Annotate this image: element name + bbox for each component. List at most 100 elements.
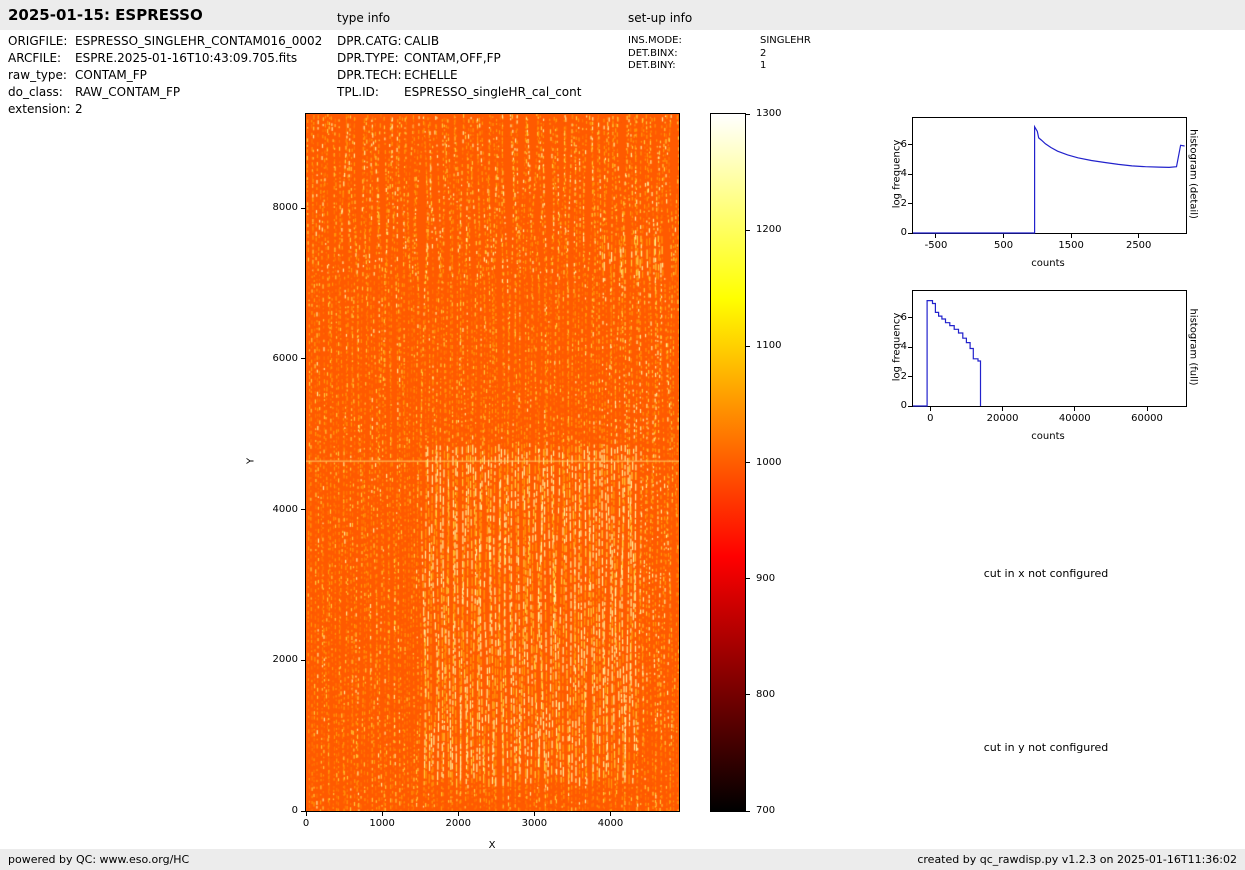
meta-label: DET.BINY: (628, 60, 676, 71)
tick-mark (301, 659, 305, 661)
meta-row: DET.BINX: 2 (628, 48, 811, 61)
histogram-detail-side-label: histogram (detail) (1187, 129, 1199, 219)
meta-label: INS.MODE: (628, 35, 682, 46)
tick-mark (908, 144, 912, 146)
tick-mark (381, 812, 383, 816)
tick-mark (1002, 407, 1004, 411)
meta-value: ESPRESSO_SINGLEHR_CONTAM016_0002 (75, 34, 323, 48)
meta-value: CONTAM,OFF,FP (404, 51, 501, 65)
tick-mark (908, 173, 912, 175)
qc-report-page: 2025-01-15: ESPRESSO type info set-up in… (0, 0, 1245, 870)
meta-value: 2 (75, 102, 83, 116)
meta-row: DPR.TECH: ECHELLE (337, 67, 581, 84)
tick-label: 1500 (1058, 240, 1084, 251)
footer-left: powered by QC: www.eso.org/HC (8, 853, 190, 866)
header-bar: 2025-01-15: ESPRESSO type info set-up in… (0, 0, 1245, 30)
tick-mark (908, 317, 912, 319)
tick-mark (935, 234, 937, 238)
meta-row: ARCFILE: ESPRE.2025-01-16T10:43:09.705.fi… (8, 50, 322, 67)
meta-row: do_class: RAW_CONTAM_FP (8, 84, 322, 101)
tick-label: 40000 (1058, 413, 1091, 424)
tick-label: 0 (900, 400, 907, 411)
tick-label: 60000 (1131, 413, 1163, 424)
meta-label: DET.BINX: (628, 47, 678, 59)
meta-value: CONTAM_FP (75, 68, 147, 82)
type-info-heading: type info (337, 11, 391, 25)
tick-label: 700 (756, 805, 776, 816)
tick-label: 1200 (756, 224, 782, 236)
meta-label: DPR.TYPE: (337, 51, 399, 65)
tick-label: 20000 (986, 413, 1019, 424)
meta-value: RAW_CONTAM_FP (75, 85, 181, 99)
tick-label: 0 (302, 818, 310, 829)
meta-value: ECHELLE (404, 68, 458, 82)
tick-label: 0 (927, 413, 934, 424)
tick-mark (908, 346, 912, 348)
meta-row: ORIGFILE: ESPRESSO_SINGLEHR_CONTAM016_000… (8, 33, 322, 50)
meta-value: 1 (760, 60, 767, 71)
tick-label: 2500 (1125, 240, 1152, 251)
raw-image-ylabel: Y (245, 457, 257, 465)
tick-mark (301, 509, 305, 511)
meta-row: DET.BINY: 1 (628, 60, 811, 73)
tick-mark (1003, 234, 1005, 238)
tick-label: 2000 (272, 654, 298, 666)
tick-mark (609, 812, 611, 816)
colorbar: 700 800 900 1000 1100 1200 1300 (710, 108, 781, 816)
colorbar-gradient (711, 114, 745, 811)
tick-label: 1100 (756, 340, 782, 352)
tick-mark (301, 207, 305, 209)
meta-label: extension: (8, 102, 71, 116)
tick-mark (1138, 234, 1140, 238)
meta-label: ORIGFILE: (8, 34, 68, 48)
meta-row: INS.MODE: SINGLEHR (628, 35, 811, 48)
file-info-block: ORIGFILE: ESPRESSO_SINGLEHR_CONTAM016_000… (8, 33, 322, 118)
footer-bar: powered by QC: www.eso.org/HC created by… (0, 849, 1245, 870)
histogram-full-xlabel: counts (1031, 431, 1065, 442)
histogram-line (913, 300, 982, 407)
cut-y-message: cut in y not configured (983, 741, 1109, 754)
raw-image-canvas (306, 114, 679, 811)
tick-label: -500 (924, 240, 948, 251)
tick-mark (305, 812, 307, 816)
meta-value: 2 (760, 47, 767, 59)
meta-value: ESPRESSO_singleHR_cal_cont (404, 85, 582, 99)
tick-mark (908, 232, 912, 234)
tick-mark (1146, 407, 1148, 411)
meta-value: SINGLEHR (760, 35, 811, 46)
tick-mark (746, 229, 750, 231)
tick-mark (457, 812, 459, 816)
tick-label: 0 (291, 805, 298, 816)
histogram-detail-xlabel: counts (1031, 258, 1065, 269)
meta-label: do_class: (8, 85, 63, 99)
tick-label: 1000 (369, 818, 395, 829)
tick-label: 3000 (521, 818, 548, 829)
tick-mark (746, 113, 750, 115)
tick-mark (746, 345, 750, 347)
tick-mark (908, 376, 912, 377)
tick-label: 4000 (272, 503, 298, 515)
meta-label: raw_type: (8, 68, 67, 82)
tick-mark (746, 462, 750, 463)
tick-mark (533, 812, 535, 816)
tick-mark (908, 203, 912, 204)
tick-mark (301, 810, 305, 812)
meta-value: ESPRE.2025-01-16T10:43:09.705.fits (75, 51, 298, 65)
tick-label: 4000 (597, 818, 624, 829)
histogram-full-ylabel: log frequency (891, 312, 903, 382)
meta-row: DPR.CATG: CALIB (337, 33, 581, 50)
meta-row: DPR.TYPE: CONTAM,OFF,FP (337, 50, 581, 67)
meta-row: extension: 2 (8, 101, 322, 118)
meta-value: CALIB (404, 34, 440, 48)
histogram-detail-ylabel: log frequency (891, 139, 903, 209)
tick-label: 500 (994, 240, 1014, 251)
meta-row: TPL.ID: ESPRESSO_singleHR_cal_cont (337, 84, 581, 101)
tick-mark (1074, 407, 1076, 411)
tick-label: 1000 (756, 456, 782, 468)
meta-label: DPR.TECH: (337, 68, 402, 82)
type-info-block: DPR.CATG: CALIB DPR.TYPE: CONTAM,OFF,FP DPR.… (337, 33, 581, 101)
histogram-line (913, 124, 1185, 234)
histogram-detail-plot: -500 500 1500 2500 0 2 4 6 (901, 117, 1187, 251)
tick-mark (929, 407, 931, 411)
tick-label: 900 (756, 572, 776, 584)
